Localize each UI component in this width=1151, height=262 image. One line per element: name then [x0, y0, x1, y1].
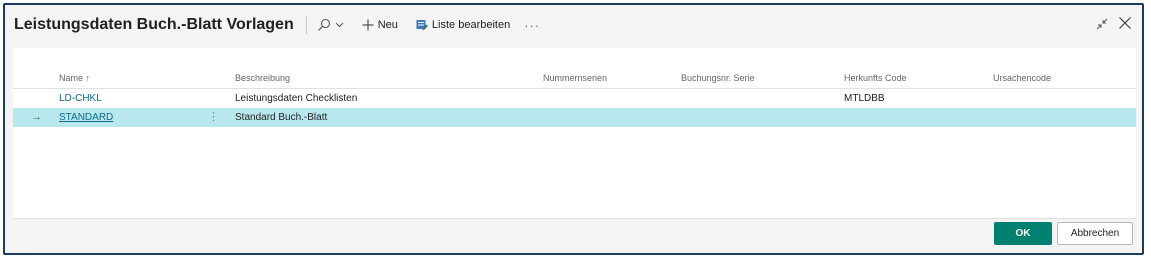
list-area: Name ↑ Beschreibung Nummernserien Buchun… — [13, 48, 1136, 219]
table-row-selected[interactable]: → STANDARD ⋮ Standard Buch.-Blatt — [13, 108, 1136, 127]
edit-list-button[interactable]: Liste bearbeiten — [416, 19, 510, 31]
row-arrow-icon: → — [31, 111, 42, 123]
column-header-nummernserien[interactable]: Nummernserien — [543, 73, 607, 83]
cancel-button[interactable]: Abbrechen — [1057, 222, 1133, 245]
edit-list-label: Liste bearbeiten — [431, 19, 511, 31]
row-beschreibung: Standard Buch.-Blatt — [235, 112, 328, 123]
chevron-down-icon — [335, 22, 344, 28]
plus-icon — [362, 19, 374, 31]
ok-button[interactable]: OK — [994, 222, 1052, 245]
search-icon — [317, 18, 330, 31]
row-name-link[interactable]: STANDARD — [59, 112, 113, 123]
search-button[interactable] — [317, 18, 344, 32]
column-header-buchungsnr-serie[interactable]: Buchungsnr. Serie — [681, 73, 755, 83]
collapse-icon[interactable] — [1096, 17, 1108, 35]
table-row[interactable]: LD-CHKL Leistungsdaten Checklisten MTLDB… — [13, 89, 1136, 109]
table-header: Name ↑ Beschreibung Nummernserien Buchun… — [13, 68, 1136, 89]
dialog-header: Leistungsdaten Buch.-Blatt Vorlagen Neu — [5, 5, 1142, 45]
window-controls — [1096, 16, 1132, 35]
edit-list-icon — [416, 20, 428, 31]
row-herkunfts-code: MTLDBB — [844, 93, 885, 104]
row-menu-icon[interactable]: ⋮ — [208, 110, 219, 123]
new-button-label: Neu — [377, 19, 398, 31]
row-name-link[interactable]: LD-CHKL — [59, 93, 102, 104]
column-header-name[interactable]: Name ↑ — [59, 73, 90, 83]
page-title: Leistungsdaten Buch.-Blatt Vorlagen — [14, 16, 294, 33]
dialog-footer: OK Abbrechen — [994, 222, 1133, 245]
new-button[interactable]: Neu — [362, 19, 398, 31]
dialog-frame: Leistungsdaten Buch.-Blatt Vorlagen Neu — [3, 3, 1144, 255]
row-beschreibung: Leistungsdaten Checklisten — [235, 93, 358, 104]
column-header-beschreibung[interactable]: Beschreibung — [235, 73, 290, 83]
divider — [305, 16, 307, 34]
column-header-ursachencode[interactable]: Ursachencode — [993, 73, 1051, 83]
column-header-herkunfts-code[interactable]: Herkunfts Code — [844, 73, 907, 83]
close-icon[interactable] — [1118, 16, 1132, 35]
more-options-button[interactable]: ··· — [524, 18, 540, 33]
